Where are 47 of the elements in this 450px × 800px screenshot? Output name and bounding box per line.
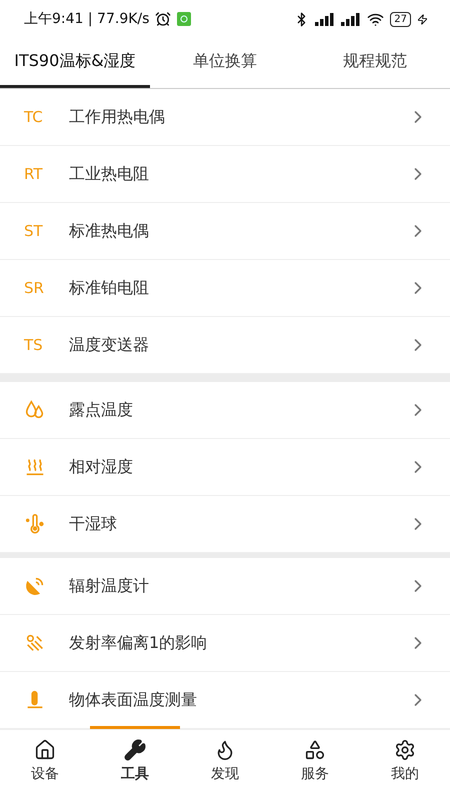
battery-icon: 27 — [390, 12, 411, 26]
item-label: 辐射温度计 — [69, 576, 150, 596]
list-item[interactable]: ST 标准热电偶 — [0, 203, 450, 260]
app-icon — [177, 12, 192, 26]
signal-icon — [341, 12, 362, 26]
item-code: ST — [24, 222, 44, 240]
item-code: SR — [24, 279, 45, 297]
tab[interactable]: 规程规范 — [300, 38, 450, 88]
tab[interactable]: ITS90温标&湿度 — [0, 38, 150, 88]
tab[interactable]: 单位换算 — [150, 38, 300, 88]
nav-tab[interactable]: 设备 — [0, 726, 90, 800]
list-item[interactable]: SR 标准铂电阻 — [0, 260, 450, 317]
list-item[interactable]: 露点温度 — [0, 382, 450, 439]
list-item[interactable]: 物体表面温度测量 — [0, 672, 450, 729]
status-time: 上午9:41 | 77.9K/s — [24, 10, 150, 28]
item-label: 工作用热电偶 — [69, 106, 166, 128]
item-label: 干湿球 — [69, 514, 118, 534]
item-label: 工业热电阻 — [69, 164, 150, 184]
list-item[interactable]: TC 工作用热电偶 — [0, 89, 450, 146]
list-item[interactable]: RT 工业热电阻 — [0, 146, 450, 203]
item-code: RT — [24, 165, 44, 183]
item-label: 温度变送器 — [69, 334, 150, 356]
item-code: TS — [24, 336, 44, 354]
nav-tab[interactable]: 发现 — [180, 726, 270, 800]
water-drops-icon — [24, 399, 46, 421]
item-label: 相对湿度 — [69, 456, 134, 478]
nav-tab[interactable]: 服务 — [270, 726, 360, 800]
item-label: 标准铂电阻 — [69, 278, 150, 298]
item-label: 物体表面温度测量 — [69, 690, 198, 710]
item-code: TC — [24, 108, 44, 126]
item-label: 标准热电偶 — [69, 220, 150, 242]
wrench-icon — [124, 739, 146, 761]
alarm-icon — [155, 11, 172, 27]
satellite-dish-icon — [24, 575, 46, 597]
nav-tab[interactable]: 工具 — [90, 726, 180, 800]
settings-icon — [394, 739, 416, 761]
list-item[interactable]: 相对湿度 — [0, 439, 450, 496]
shapes-icon — [304, 739, 326, 761]
charging-icon — [417, 14, 428, 24]
home-icon — [34, 739, 56, 761]
item-label: 露点温度 — [69, 400, 134, 420]
signal-icon — [315, 12, 336, 26]
list-item[interactable]: 发射率偏离1的影响 — [0, 615, 450, 672]
item-label: 发射率偏离1的影响 — [69, 632, 208, 654]
nav-tab[interactable]: 我的 — [360, 726, 450, 800]
thermometer-icon — [24, 513, 46, 535]
list-item[interactable]: 辐射温度计 — [0, 558, 450, 615]
